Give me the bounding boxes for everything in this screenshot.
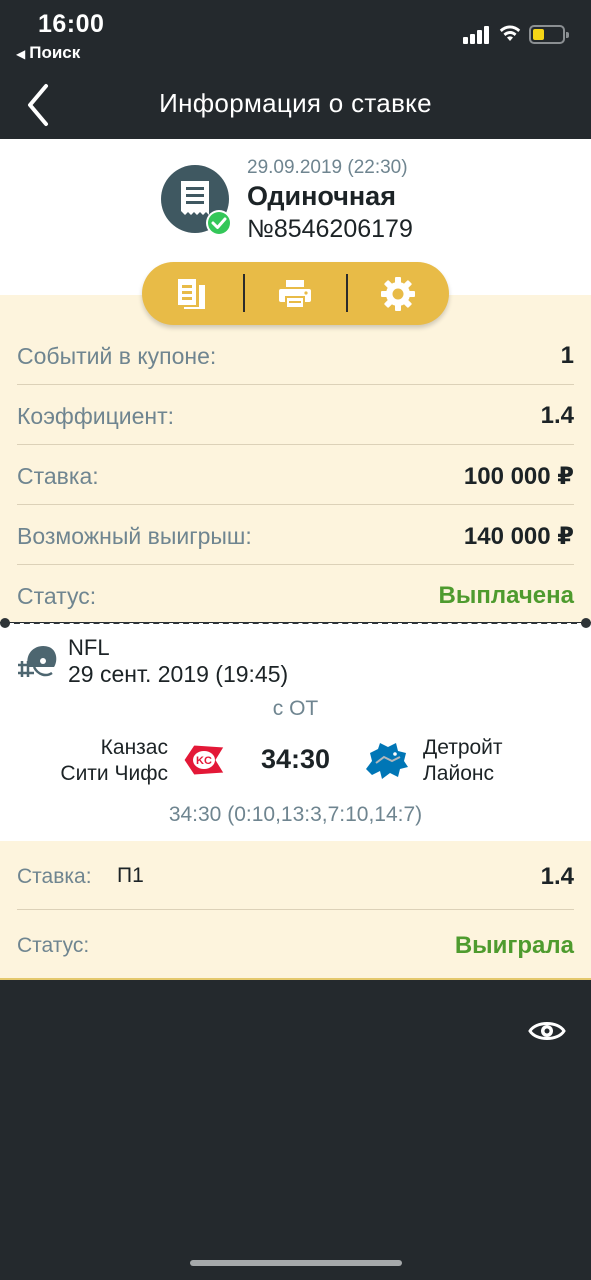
status-badge: Выплачена (438, 582, 574, 609)
selection-pick: П1 (117, 864, 144, 887)
page-title: Информация о ставке (159, 88, 432, 118)
info-value: 1 (560, 342, 574, 369)
away-team-name-line: Детройт (423, 736, 503, 759)
divider-dot (581, 618, 591, 628)
eye-icon[interactable] (528, 1017, 566, 1045)
info-row-events: Событий в купоне: 1 (17, 325, 574, 385)
info-label: Ставка: (17, 463, 99, 489)
period-scores: 34:30 (0:10,13:3,7:10,14:7) (168, 803, 423, 826)
cellular-signal-icon (463, 26, 491, 44)
info-label: Событий в купоне: (17, 343, 217, 369)
selection-status-label: Статус: (17, 934, 90, 957)
info-row-payout: Возможный выигрыш: 140 000 ₽ (17, 505, 574, 565)
league-name: NFL (68, 635, 110, 660)
back-to-app[interactable]: ◀ Поиск (16, 43, 80, 63)
section-bottom-line (0, 978, 591, 980)
settings-button[interactable] (348, 262, 448, 325)
event-card[interactable]: NFL 29 сент. 2019 (19:45) с ОТ Канзас Си… (0, 623, 591, 841)
event-date: 29 сент. 2019 (19:45) (68, 661, 289, 687)
info-row-odds: Коэффициент: 1.4 (17, 385, 574, 445)
overtime-label: с ОТ (272, 697, 319, 720)
battery-icon (529, 25, 569, 44)
receipt-icon (161, 165, 232, 236)
divider-dashes (4, 622, 587, 624)
selection-odds: 1.4 (540, 863, 574, 890)
copy-button[interactable] (142, 262, 242, 325)
print-button[interactable] (245, 262, 345, 325)
selection-status-row: Статус: Выиграла (17, 910, 574, 979)
away-team: Детройт Лайонс (423, 735, 503, 787)
away-team-name-line: Лайонс (423, 762, 494, 785)
bet-type: Одиночная (247, 181, 396, 211)
selection-row: Ставка: П1 1.4 (17, 841, 574, 910)
wifi-icon (499, 25, 521, 41)
bet-date: 29.09.2019 (22:30) (247, 157, 408, 178)
info-value: 140 000 ₽ (463, 523, 574, 550)
info-value: 1.4 (540, 402, 574, 429)
info-label: Статус: (17, 583, 97, 609)
home-indicator[interactable] (190, 1260, 402, 1266)
back-triangle-icon: ◀ (16, 47, 26, 61)
action-bar (142, 262, 449, 325)
selection-status-badge: Выиграла (454, 932, 574, 959)
info-label: Коэффициент: (17, 403, 175, 429)
lions-logo-icon (366, 743, 408, 779)
info-label: Возможный выигрыш: (17, 523, 252, 549)
football-helmet-icon (18, 645, 57, 677)
ticket-divider (0, 618, 591, 628)
bet-number: №8546206179 (247, 215, 413, 243)
info-row-status: Статус: Выплачена (17, 565, 574, 625)
print-icon (279, 279, 311, 309)
info-value: 100 000 ₽ (463, 463, 574, 490)
bet-info-section: Событий в купоне: 1 Коэффициент: 1.4 Ста… (0, 295, 591, 622)
selection-label: Ставка: (17, 865, 92, 888)
status-bar: 16:00 ◀ Поиск (0, 0, 591, 70)
settings-icon (381, 276, 415, 311)
copy-icon (178, 278, 205, 309)
back-app-label: Поиск (29, 43, 81, 62)
status-time: 16:00 (38, 10, 105, 38)
nav-header: Информация о ставке (0, 70, 591, 139)
selection-result: Ставка: П1 1.4 Статус: Выиграла (0, 841, 591, 979)
info-row-stake: Ставка: 100 000 ₽ (17, 445, 574, 505)
